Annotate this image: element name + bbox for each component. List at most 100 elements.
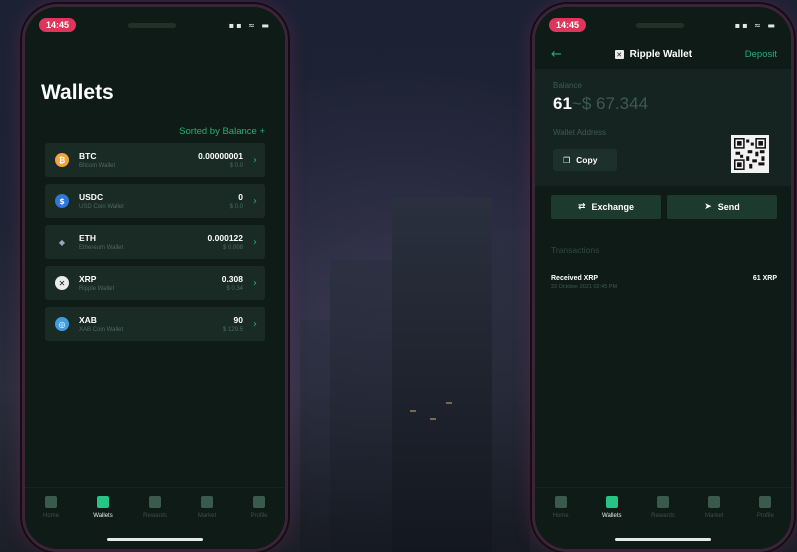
tab-label: Home xyxy=(552,513,569,519)
xrp-icon: ✕ xyxy=(55,276,69,290)
profile-icon xyxy=(759,496,772,508)
chevron-right-icon: › xyxy=(253,195,257,207)
wallet-row-usdc[interactable]: $ USDC USD Coin Wallet 0 $ 0.0 › xyxy=(45,184,265,218)
phone-ripple-wallet: 14:45 ▪▪ ≈ ▬ ← ✕ Ripple Wallet Deposit B… xyxy=(532,4,794,552)
notch xyxy=(128,22,177,28)
background-skyscraper xyxy=(392,198,492,552)
signal-wifi-battery-icon: ▪▪ ≈ ▬ xyxy=(228,20,271,30)
ethereum-icon: ◆ xyxy=(55,235,69,249)
qr-code-icon xyxy=(734,138,766,170)
wallet-name: XAB Coin Wallet xyxy=(79,327,124,333)
wallet-row-btc[interactable]: ₿ BTC Bitcoin Wallet 0.00000001 $ 0.0 › xyxy=(45,143,265,177)
home-icon xyxy=(554,496,567,508)
wallet-fiat-value: $ 0.34 xyxy=(226,286,243,292)
nav-bar: ← ✕ Ripple Wallet Deposit xyxy=(551,47,777,62)
tab-profile[interactable]: Profile xyxy=(236,496,282,519)
tab-wallets[interactable]: Wallets xyxy=(80,496,126,519)
send-icon: ➤ xyxy=(704,202,712,212)
wallet-list: ₿ BTC Bitcoin Wallet 0.00000001 $ 0.0 › … xyxy=(45,143,265,348)
transactions-heading: Transactions xyxy=(551,245,600,255)
wallet-symbol: XRP xyxy=(79,274,97,284)
wallet-name: Ripple Wallet xyxy=(79,286,115,292)
phone-wallets: 14:45 ▪▪ ≈ ▬ Wallets Sorted by Balance +… xyxy=(22,4,288,552)
bitcoin-icon: ₿ xyxy=(55,153,69,167)
wallet-symbol: BTC xyxy=(79,151,97,161)
xrp-icon: ✕ xyxy=(614,50,624,59)
copy-icon: ❐ xyxy=(563,155,571,165)
send-button[interactable]: ➤ Send xyxy=(667,195,777,219)
tab-label: Wallets xyxy=(602,513,622,519)
tab-profile[interactable]: Profile xyxy=(742,496,788,519)
balance-fiat: ~$ 67.344 xyxy=(571,94,649,113)
chevron-right-icon: › xyxy=(253,236,257,248)
wallet-fiat-value: $ 0.0 xyxy=(229,204,243,210)
deposit-button[interactable]: Deposit xyxy=(745,49,777,60)
home-icon xyxy=(45,496,57,508)
tab-bar: Home Wallets Rewards Market Profile xyxy=(25,487,285,527)
tab-label: Rewards xyxy=(651,513,675,519)
tab-home[interactable]: Home xyxy=(28,496,74,519)
xab-icon: ◎ xyxy=(55,317,69,331)
page-title: Wallets xyxy=(41,81,114,104)
rewards-icon xyxy=(656,496,669,508)
exchange-button[interactable]: ⇄ Exchange xyxy=(551,195,661,219)
tab-market[interactable]: Market xyxy=(691,496,737,519)
home-indicator[interactable] xyxy=(107,538,203,541)
building-light xyxy=(430,418,436,420)
wallet-symbol: USDC xyxy=(79,192,104,202)
status-time: 14:45 xyxy=(39,18,77,32)
wallet-name: USD Coin Wallet xyxy=(79,204,124,210)
status-time: 14:45 xyxy=(549,18,587,32)
chevron-right-icon: › xyxy=(253,277,257,289)
tab-label: Home xyxy=(42,513,59,519)
balance-card: Balance 61~$ 67.344 Wallet Address ❐ Cop… xyxy=(535,69,791,186)
tab-label: Market xyxy=(197,513,217,519)
background-building xyxy=(492,230,530,552)
wallet-icon xyxy=(97,496,109,508)
transaction-date: 22 October 2021 02:45 PM xyxy=(551,284,618,290)
back-arrow-icon[interactable]: ← xyxy=(551,47,562,62)
balance-label: Balance xyxy=(553,81,582,90)
nav-title: ✕ Ripple Wallet xyxy=(614,49,692,60)
qr-code[interactable] xyxy=(731,135,769,173)
usdc-icon: $ xyxy=(55,194,69,208)
transaction-amount: 61 XRP xyxy=(752,275,777,282)
tab-home[interactable]: Home xyxy=(538,496,584,519)
wallet-row-xab[interactable]: ◎ XAB XAB Coin Wallet 90 $ 129.5 › xyxy=(45,307,265,341)
wallet-row-eth[interactable]: ◆ ETH Ethereum Wallet 0.000122 $ 0.008 › xyxy=(45,225,265,259)
chevron-right-icon: › xyxy=(253,318,257,330)
wallet-fiat-value: $ 129.5 xyxy=(222,327,243,333)
wallet-name: Ethereum Wallet xyxy=(79,245,124,251)
copy-label: Copy xyxy=(576,155,598,165)
building-light xyxy=(410,410,416,412)
tab-market[interactable]: Market xyxy=(184,496,230,519)
sort-button[interactable]: Sorted by Balance + xyxy=(179,126,265,137)
tab-rewards[interactable]: Rewards xyxy=(640,496,686,519)
tab-rewards[interactable]: Rewards xyxy=(132,496,178,519)
status-bar: 14:45 ▪▪ ≈ ▬ xyxy=(39,17,271,33)
wallet-icon xyxy=(605,496,618,508)
chevron-right-icon: › xyxy=(253,154,257,166)
rewards-icon xyxy=(149,496,161,508)
exchange-icon: ⇄ xyxy=(577,202,586,212)
signal-wifi-battery-icon: ▪▪ ≈ ▬ xyxy=(734,20,777,30)
chart-icon xyxy=(708,496,721,508)
tab-label: Rewards xyxy=(143,513,167,519)
wallet-symbol: XAB xyxy=(79,315,97,325)
tab-label: Profile xyxy=(250,513,268,519)
transaction-title: Received XRP xyxy=(551,275,599,282)
wallet-name: Bitcoin Wallet xyxy=(79,163,116,169)
tab-label: Market xyxy=(704,513,724,519)
action-row: ⇄ Exchange ➤ Send xyxy=(551,195,777,219)
wallet-symbol: ETH xyxy=(79,233,96,243)
wallet-balance: 90 xyxy=(233,315,243,325)
balance-value: 61~$ 67.344 xyxy=(553,94,773,114)
wallet-fiat-value: $ 0.008 xyxy=(222,245,243,251)
transaction-row[interactable]: Received XRP 22 October 2021 02:45 PM 61… xyxy=(551,275,777,290)
tab-label: Profile xyxy=(756,513,774,519)
home-indicator[interactable] xyxy=(615,538,711,541)
chart-icon xyxy=(201,496,213,508)
wallet-row-xrp[interactable]: ✕ XRP Ripple Wallet 0.308 $ 0.34 › xyxy=(45,266,265,300)
copy-address-button[interactable]: ❐ Copy xyxy=(553,149,617,171)
tab-wallets[interactable]: Wallets xyxy=(589,496,635,519)
